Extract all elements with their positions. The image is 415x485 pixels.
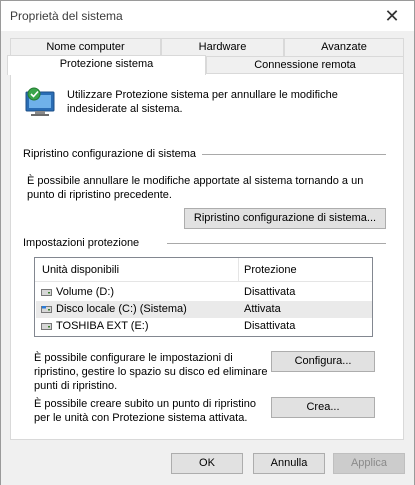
close-button[interactable]: ✕ <box>370 1 414 31</box>
tab-avanzate[interactable]: Avanzate <box>284 38 404 56</box>
button-label: Configura... <box>294 355 352 367</box>
button-label: Ripristino configurazione di sistema... <box>193 212 377 224</box>
button-label: OK <box>199 457 215 469</box>
create-description: È possibile creare subito un punto di ri… <box>34 398 256 424</box>
list-item[interactable]: TOSHIBA EXT (E:) Disattivata <box>36 318 372 335</box>
tab-label: Hardware <box>198 41 247 53</box>
drive-status: Attivata <box>244 303 281 315</box>
drive-icon <box>41 323 52 330</box>
button-label: Applica <box>350 457 388 469</box>
drive-name: Disco locale (C:) (Sistema) <box>56 303 187 315</box>
drive-name: TOSHIBA EXT (E:) <box>56 320 149 332</box>
drives-list[interactable]: Unità disponibili Protezione Volume (D:)… <box>34 257 373 337</box>
ok-button[interactable]: OK <box>171 453 243 474</box>
tab-label: Connessione remota <box>254 59 356 71</box>
column-header-drives[interactable]: Unità disponibili <box>42 264 119 276</box>
protection-group-title: Impostazioni protezione <box>23 237 168 249</box>
cancel-button[interactable]: Annulla <box>253 453 325 474</box>
drive-status: Disattivata <box>244 320 296 332</box>
system-drive-icon <box>41 306 52 313</box>
close-icon: ✕ <box>384 5 400 26</box>
window-title: Proprietà del sistema <box>10 9 123 23</box>
system-properties-window: Proprietà del sistema ✕ Nome computer Ha… <box>0 0 415 485</box>
title-bar[interactable]: Proprietà del sistema ✕ <box>1 1 414 31</box>
drive-icon <box>41 289 52 296</box>
intro-text: Utilizzare Protezione sistema per annull… <box>67 89 338 115</box>
apply-button[interactable]: Applica <box>333 453 405 474</box>
tab-protezione-sistema[interactable]: Protezione sistema <box>7 55 206 75</box>
list-header: Unità disponibili Protezione <box>35 258 372 282</box>
drive-status: Disattivata <box>244 286 296 298</box>
button-label: Annulla <box>270 457 308 469</box>
drive-name: Volume (D:) <box>56 286 115 298</box>
list-item[interactable]: Volume (D:) Disattivata <box>36 284 372 301</box>
button-label: Crea... <box>306 401 340 413</box>
system-protection-icon <box>25 87 55 116</box>
tab-nome-computer[interactable]: Nome computer <box>10 38 161 56</box>
tab-label: Avanzate <box>321 41 367 53</box>
tab-label: Nome computer <box>46 41 125 53</box>
tab-connessione-remota[interactable]: Connessione remota <box>206 56 404 73</box>
list-item-selected[interactable]: Disco locale (C:) (Sistema) Attivata <box>36 301 372 318</box>
configure-button[interactable]: Configura... <box>271 351 375 372</box>
column-separator[interactable] <box>238 258 239 282</box>
tab-label: Protezione sistema <box>59 58 154 70</box>
column-header-protection[interactable]: Protezione <box>244 264 297 276</box>
system-restore-button[interactable]: Ripristino configurazione di sistema... <box>184 208 386 229</box>
tab-hardware[interactable]: Hardware <box>161 38 284 56</box>
restore-group-title: Ripristino configurazione di sistema <box>23 148 203 160</box>
create-button[interactable]: Crea... <box>271 397 375 418</box>
configure-description: È possibile configurare le impostazioni … <box>34 352 268 392</box>
dialog-footer: OK Annulla Applica <box>1 441 414 485</box>
restore-description: È possibile annullare le modifiche appor… <box>27 175 364 201</box>
